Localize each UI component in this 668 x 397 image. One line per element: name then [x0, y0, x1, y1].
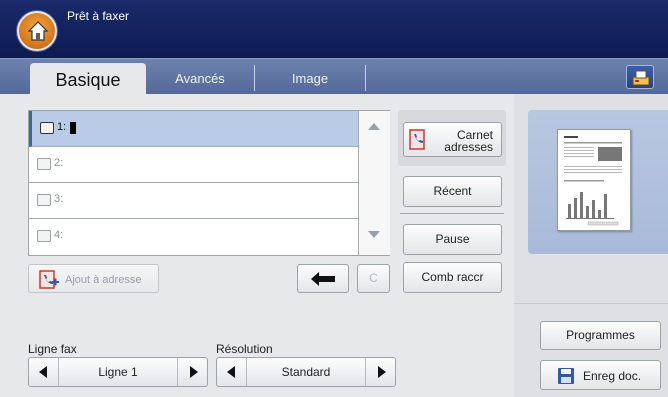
number-label: 2:	[54, 157, 64, 169]
number-row-4[interactable]: 4:	[29, 219, 358, 255]
scroll-down-icon[interactable]	[368, 231, 380, 238]
tab-bar: Basique Avancés Image	[0, 58, 668, 95]
list-scrollbar[interactable]	[358, 111, 390, 255]
divider	[514, 303, 668, 304]
backspace-arrow-icon	[311, 272, 335, 286]
scroll-up-icon[interactable]	[368, 123, 380, 130]
number-row-2[interactable]: 2:	[29, 147, 358, 183]
number-row-3[interactable]: 3:	[29, 183, 358, 219]
tab-avances[interactable]: Avancés	[146, 63, 254, 95]
divider	[400, 213, 504, 214]
number-label: 1:	[57, 121, 67, 133]
arrow-right-icon[interactable]	[365, 358, 395, 386]
arrow-right-icon[interactable]	[177, 358, 207, 386]
resolution-spinner[interactable]: Standard	[216, 357, 396, 387]
document-thumbnail	[557, 129, 631, 231]
speed-dial-button[interactable]: Comb raccr	[403, 262, 502, 293]
recent-button[interactable]: Récent	[403, 176, 502, 207]
number-row-1[interactable]: 1:	[29, 111, 358, 147]
home-icon	[27, 21, 49, 41]
phone-icon	[37, 158, 51, 170]
arrow-left-icon[interactable]	[29, 358, 59, 386]
phone-icon	[40, 122, 54, 134]
address-book-label-2: adresses	[444, 140, 493, 154]
text-cursor	[70, 122, 76, 134]
tab-image[interactable]: Image	[255, 63, 365, 95]
resolution-value: Standard	[281, 365, 331, 379]
programs-button[interactable]: Programmes	[540, 321, 661, 350]
fax-line-label: Ligne fax	[28, 342, 77, 356]
title-bar: Prêt à faxer	[0, 0, 668, 58]
pause-button[interactable]: Pause	[403, 224, 502, 255]
home-button[interactable]	[17, 11, 57, 51]
fax-settings-button[interactable]	[626, 65, 654, 89]
document-preview[interactable]	[528, 110, 668, 254]
number-label: 3:	[54, 193, 64, 205]
fax-line-spinner[interactable]: Ligne 1	[28, 357, 208, 387]
backspace-button[interactable]	[297, 264, 349, 293]
add-address-button[interactable]: Ajout à adresse	[28, 264, 159, 293]
number-label: 4:	[54, 229, 64, 241]
phone-icon	[37, 230, 51, 242]
add-contact-icon	[39, 270, 59, 289]
document-thumbnail-graphic	[564, 136, 622, 226]
add-address-label: Ajout à adresse	[65, 274, 142, 286]
fax-device-icon	[632, 70, 650, 86]
tab-divider	[365, 65, 366, 91]
resolution-label: Résolution	[216, 342, 273, 356]
address-book-icon	[409, 129, 425, 150]
phone-icon	[37, 194, 51, 206]
page-title: Prêt à faxer	[67, 9, 130, 23]
save-doc-button[interactable]: Enreg doc.	[540, 360, 661, 390]
tab-basique[interactable]: Basique	[30, 63, 146, 95]
fax-line-value: Ligne 1	[98, 365, 138, 379]
fax-number-list: 1: 2: 3: 4:	[28, 110, 390, 256]
floppy-disk-icon	[558, 368, 574, 384]
save-doc-label: Enreg doc.	[583, 369, 642, 383]
arrow-left-icon[interactable]	[217, 358, 247, 386]
address-book-button[interactable]: Carnet adresses	[403, 122, 502, 157]
clear-button[interactable]: C	[357, 264, 390, 293]
